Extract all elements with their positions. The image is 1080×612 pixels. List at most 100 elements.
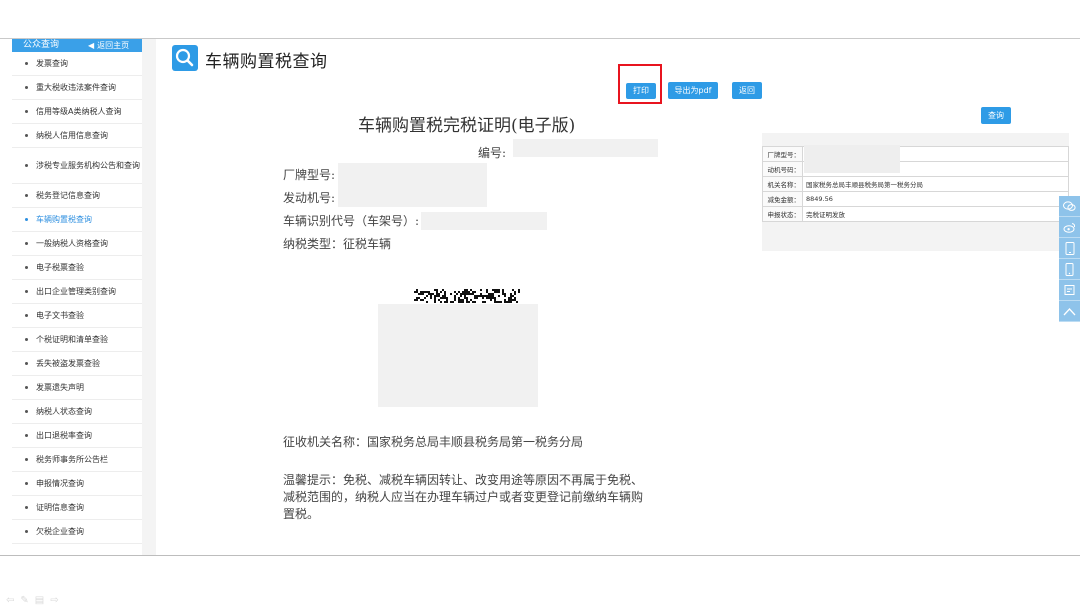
back-to-top-icon[interactable] <box>1059 301 1080 322</box>
sidebar-item[interactable]: 电子税票查验 <box>12 256 142 280</box>
bullet-icon <box>25 338 28 341</box>
sidebar-item-label: 发票查询 <box>36 58 68 68</box>
sidebar-item[interactable]: 个税证明和清单查验 <box>12 328 142 352</box>
sidebar-item-label: 涉税专业服务机构公告和查询 <box>36 160 140 170</box>
sidebar-item-label: 重大税收违法案件查询 <box>36 82 116 92</box>
prev-arrow-icon[interactable]: ⇦ <box>6 595 20 606</box>
brand-label: 厂牌型号: <box>283 168 336 182</box>
bullet-icon <box>25 410 28 413</box>
sidebar-item[interactable]: 车辆购置税查询 <box>12 208 142 232</box>
tip-line-1: 温馨提示：免税、减税车辆因转让、改变用途等原因不再属于免税、 <box>283 473 644 487</box>
top-divider <box>0 38 1080 39</box>
tablet-icon[interactable] <box>1059 238 1080 259</box>
sidebar-item-label: 税务师事务所公告栏 <box>36 454 108 464</box>
print-button[interactable]: 打印 <box>626 83 656 99</box>
vin-label: 车辆识别代号（车架号）: <box>283 214 420 228</box>
bullet-icon <box>25 290 28 293</box>
sidebar-item[interactable]: 税务师事务所公告栏 <box>12 448 142 472</box>
sidebar-item-label: 出口退税率查询 <box>36 430 92 440</box>
bullet-icon <box>25 482 28 485</box>
export-pdf-button[interactable]: 导出为pdf <box>668 82 718 99</box>
weibo-icon[interactable] <box>1059 217 1080 238</box>
pen-icon[interactable]: ✎ <box>20 595 34 606</box>
sidebar-item-label: 电子税票查验 <box>36 262 84 272</box>
sidebar-item-label: 发票遗失声明 <box>36 382 84 392</box>
engine-label: 发动机号: <box>283 191 336 205</box>
home-link[interactable]: ◀ 返回主页 <box>88 39 129 52</box>
info-value: 完税证明发放 <box>802 206 1069 222</box>
sidebar-item[interactable]: 信用等级A类纳税人查询 <box>12 100 142 124</box>
sidebar-item[interactable]: 电子文书查验 <box>12 304 142 328</box>
sidebar-item[interactable]: 欠税企业查询 <box>12 520 142 544</box>
sidebar-header: 公众查询 ◀ 返回主页 <box>12 39 142 52</box>
sidebar-item-label: 欠税企业查询 <box>36 526 84 536</box>
qr-code <box>414 289 520 303</box>
number-label: 编号: <box>478 146 507 160</box>
bullet-icon <box>25 458 28 461</box>
wechat-icon[interactable] <box>1059 196 1080 217</box>
redacted-vin <box>421 212 547 230</box>
sidebar-item-label: 信用等级A类纳税人查询 <box>36 106 122 116</box>
sidebar-item-label: 车辆购置税查询 <box>36 214 92 224</box>
sidebar-item[interactable]: 一般纳税人资格查询 <box>12 232 142 256</box>
info-key: 动机号码： <box>762 161 803 177</box>
sidebar-title: 公众查询 <box>23 40 60 50</box>
redacted-qr-area <box>378 304 538 407</box>
tax-type: 纳税类型：征税车辆 <box>283 237 392 251</box>
sidebar-item[interactable]: 纳税人状态查询 <box>12 400 142 424</box>
info-key: 减免金额： <box>762 191 803 207</box>
sidebar-item-label: 出口企业管理类别查询 <box>36 286 116 296</box>
back-button[interactable]: 返回 <box>732 82 762 99</box>
info-key: 厂牌型号： <box>762 146 803 162</box>
feedback-icon[interactable] <box>1059 280 1080 301</box>
bullet-icon <box>25 266 28 269</box>
bullet-icon <box>25 134 28 137</box>
redacted-brand-engine <box>338 163 487 207</box>
sidebar-item[interactable]: 税务登记信息查询 <box>12 184 142 208</box>
bullet-icon <box>25 242 28 245</box>
slide-controls[interactable]: ⇦✎▤⇨ <box>6 595 65 606</box>
bullet-icon <box>25 314 28 317</box>
sidebar: 公众查询 ◀ 返回主页 发票查询重大税收违法案件查询 信用等级A类纳税人查询 纳税人信… <box>12 39 143 555</box>
sidebar-item-label: 个税证明和清单查验 <box>36 334 108 344</box>
sidebar-item[interactable]: 出口企业管理类别查询 <box>12 280 142 304</box>
bullet-icon <box>25 506 28 509</box>
sidebar-item-label: 申报情况查询 <box>36 478 84 488</box>
sidebar-item[interactable]: 丢失被盗发票查验 <box>12 352 142 376</box>
bullet-icon <box>25 86 28 89</box>
sidebar-item[interactable]: 发票遗失声明 <box>12 376 142 400</box>
mobile-icon[interactable] <box>1059 259 1080 280</box>
sidebar-item[interactable]: 发票查询 <box>12 52 142 76</box>
sidebar-item[interactable]: 申报情况查询 <box>12 472 142 496</box>
sidebar-item-label: 丢失被盗发票查验 <box>36 358 100 368</box>
info-value: 8849.56 <box>802 191 1069 207</box>
sidebar-item-label: 电子文书查验 <box>36 310 84 320</box>
page-title: 车辆购置税查询 <box>205 52 328 72</box>
certificate-title: 车辆购置税完税证明(电子版) <box>358 116 576 136</box>
bullet-icon <box>25 386 28 389</box>
info-value: 国家税务总局丰顺县税务局第一税务分局 <box>802 176 1069 192</box>
authority: 征收机关名称：国家税务总局丰顺县税务局第一税务分局 <box>283 435 584 449</box>
search-icon <box>172 45 198 71</box>
arrow-left-icon: ◀ <box>88 41 95 50</box>
bullet-icon <box>25 164 28 167</box>
sidebar-item[interactable]: 涉税专业服务机构公告和查询 <box>12 148 142 184</box>
table-row: 机关名称： 国家税务总局丰顺县税务局第一税务分局 <box>762 176 1069 192</box>
home-link-label: 返回主页 <box>97 41 130 50</box>
bullet-icon <box>25 362 28 365</box>
sidebar-item[interactable]: 纳税人信用信息查询 <box>12 124 142 148</box>
table-row: 减免金额： 8849.56 <box>762 191 1069 207</box>
redacted-info <box>804 145 900 173</box>
redacted-number <box>513 139 658 157</box>
query-button[interactable]: 查询 <box>981 107 1011 124</box>
sidebar-item-label: 纳税人信用信息查询 <box>36 130 108 140</box>
sidebar-item[interactable]: 出口退税率查询 <box>12 424 142 448</box>
bullet-icon <box>25 530 28 533</box>
info-key: 机关名称： <box>762 176 803 192</box>
bullet-icon <box>25 434 28 437</box>
sidebar-item[interactable]: 证明信息查询 <box>12 496 142 520</box>
bullet-icon <box>25 194 28 197</box>
menu-icon[interactable]: ▤ <box>35 595 50 606</box>
next-arrow-icon[interactable]: ⇨ <box>50 595 64 606</box>
sidebar-item[interactable]: 重大税收违法案件查询 <box>12 76 142 100</box>
